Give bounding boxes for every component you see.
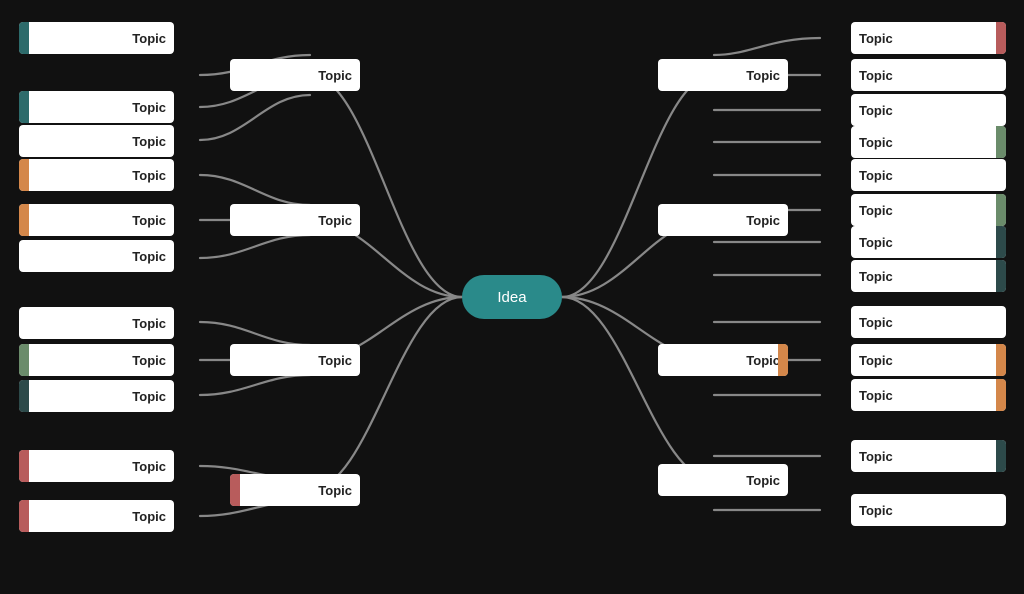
- left-mid-3-label: Topic: [318, 353, 352, 368]
- leaf-l1-2[interactable]: Topic: [19, 91, 174, 123]
- leaf-r3-2-label: Topic: [859, 353, 893, 368]
- left-mid-1-label: Topic: [318, 68, 352, 83]
- leaf-l4-1-label: Topic: [132, 459, 166, 474]
- leaf-l3-1[interactable]: Topic: [19, 307, 174, 339]
- leaf-r2-3-label: Topic: [859, 235, 893, 250]
- left-mid-2[interactable]: Topic: [230, 204, 360, 236]
- leaf-l2-2-label: Topic: [132, 213, 166, 228]
- left-mid-4-label: Topic: [318, 483, 352, 498]
- leaf-l3-3[interactable]: Topic: [19, 380, 174, 412]
- right-mid-4[interactable]: Topic: [658, 464, 788, 496]
- leaf-r2-1[interactable]: Topic: [851, 159, 1006, 191]
- leaf-r3-2[interactable]: Topic: [851, 344, 1006, 376]
- right-mid-4-label: Topic: [746, 473, 780, 488]
- leaf-r3-1[interactable]: Topic: [851, 306, 1006, 338]
- leaf-l1-3-label: Topic: [132, 134, 166, 149]
- leaf-l2-2[interactable]: Topic: [19, 204, 174, 236]
- leaf-l1-1[interactable]: Topic: [19, 22, 174, 54]
- leaf-r2-2[interactable]: Topic: [851, 194, 1006, 226]
- left-mid-4[interactable]: Topic: [230, 474, 360, 506]
- leaf-l1-3[interactable]: Topic: [19, 125, 174, 157]
- leaf-r2-4[interactable]: Topic: [851, 260, 1006, 292]
- leaf-r1-3[interactable]: Topic: [851, 94, 1006, 126]
- leaf-l4-2-label: Topic: [132, 509, 166, 524]
- leaf-r2-3[interactable]: Topic: [851, 226, 1006, 258]
- leaf-r1-2[interactable]: Topic: [851, 59, 1006, 91]
- left-mid-2-label: Topic: [318, 213, 352, 228]
- leaf-l3-3-label: Topic: [132, 389, 166, 404]
- leaf-l3-2-label: Topic: [132, 353, 166, 368]
- leaf-l1-2-label: Topic: [132, 100, 166, 115]
- right-mid-3[interactable]: Topic: [658, 344, 788, 376]
- leaf-r2-1-label: Topic: [859, 168, 893, 183]
- leaf-r3-1-label: Topic: [859, 315, 893, 330]
- leaf-l2-1-label: Topic: [132, 168, 166, 183]
- center-node[interactable]: Idea: [462, 275, 562, 319]
- leaf-r4-2-label: Topic: [859, 503, 893, 518]
- right-mid-1[interactable]: Topic: [658, 59, 788, 91]
- leaf-l2-3[interactable]: Topic: [19, 240, 174, 272]
- leaf-r1-1[interactable]: Topic: [851, 22, 1006, 54]
- leaf-l1-1-label: Topic: [132, 31, 166, 46]
- leaf-l2-3-label: Topic: [132, 249, 166, 264]
- leaf-l4-2[interactable]: Topic: [19, 500, 174, 532]
- leaf-r1-3-label: Topic: [859, 103, 893, 118]
- center-label: Idea: [497, 289, 526, 306]
- leaf-r3-3[interactable]: Topic: [851, 379, 1006, 411]
- leaf-r1-1-label: Topic: [859, 31, 893, 46]
- left-mid-3[interactable]: Topic: [230, 344, 360, 376]
- right-mid-3-label: Topic: [746, 353, 780, 368]
- leaf-l3-2[interactable]: Topic: [19, 344, 174, 376]
- leaf-r4-1[interactable]: Topic: [851, 440, 1006, 472]
- right-mid-2-label: Topic: [746, 213, 780, 228]
- left-mid-1[interactable]: Topic: [230, 59, 360, 91]
- leaf-r1-4-label: Topic: [859, 135, 893, 150]
- leaf-r4-1-label: Topic: [859, 449, 893, 464]
- leaf-r1-2-label: Topic: [859, 68, 893, 83]
- leaf-r4-2[interactable]: Topic: [851, 494, 1006, 526]
- leaf-l3-1-label: Topic: [132, 316, 166, 331]
- right-mid-2[interactable]: Topic: [658, 204, 788, 236]
- leaf-l4-1[interactable]: Topic: [19, 450, 174, 482]
- leaf-r2-2-label: Topic: [859, 203, 893, 218]
- leaf-r1-4[interactable]: Topic: [851, 126, 1006, 158]
- leaf-l2-1[interactable]: Topic: [19, 159, 174, 191]
- leaf-r2-4-label: Topic: [859, 269, 893, 284]
- right-mid-1-label: Topic: [746, 68, 780, 83]
- leaf-r3-3-label: Topic: [859, 388, 893, 403]
